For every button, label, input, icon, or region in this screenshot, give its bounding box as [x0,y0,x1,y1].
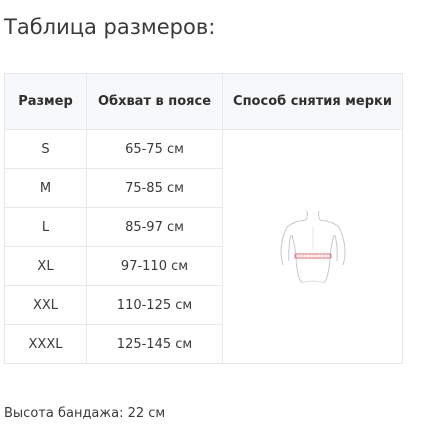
measurement-method-cell [222,129,403,364]
size-cell: L [4,207,87,247]
torso-measurement-icon [279,210,346,283]
size-cell: XXL [4,285,87,325]
table-row: S 65-75 см [4,129,403,364]
waist-cell: 125-145 см [86,324,223,364]
size-table: Размер Обхват в поясе Способ снятия мерк… [4,73,403,364]
header-method: Способ снятия мерки [222,73,403,130]
header-waist: Обхват в поясе [86,73,223,130]
table-header-row: Размер Обхват в поясе Способ снятия мерк… [4,73,403,130]
bandage-height-note: Высота бандажа: 22 см [4,406,166,421]
size-cell: XL [4,246,87,286]
size-cell: M [4,168,87,208]
page-title: Таблица размеров: [4,15,216,39]
waist-cell: 110-125 см [86,285,223,325]
waist-cell: 85-97 см [86,207,223,247]
waist-cell: 75-85 см [86,168,223,208]
waist-cell: 97-110 см [86,246,223,286]
size-cell: XXXL [4,324,87,364]
waist-cell: 65-75 см [86,129,223,169]
header-size: Размер [4,73,87,130]
size-cell: S [4,129,87,169]
